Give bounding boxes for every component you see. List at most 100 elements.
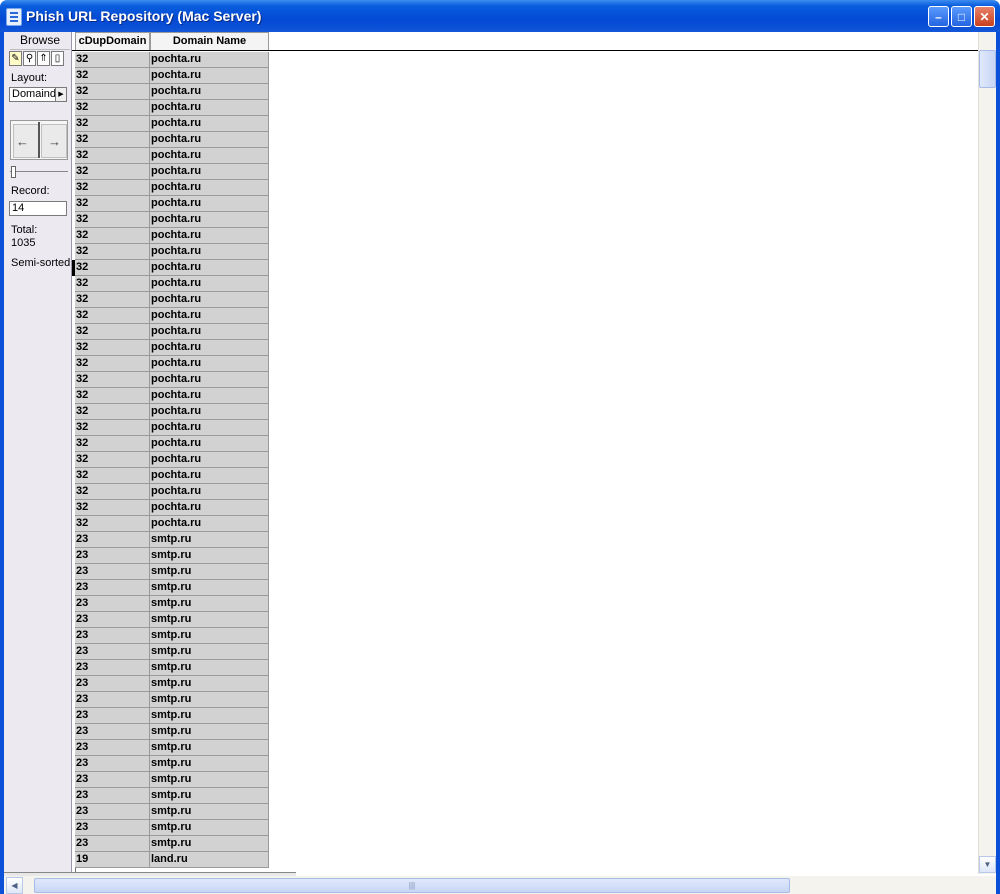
cell-cdupdomain[interactable]: 32 (75, 436, 150, 452)
cell-domain-name[interactable]: pochta.ru (150, 180, 269, 196)
table-row[interactable]: 32 pochta.ru (75, 100, 269, 116)
cell-cdupdomain[interactable]: 32 (75, 388, 150, 404)
table-row[interactable]: 23 smtp.ru (75, 532, 269, 548)
cell-cdupdomain[interactable]: 32 (75, 484, 150, 500)
table-row[interactable]: 32 pochta.ru (75, 260, 269, 276)
cell-domain-name[interactable]: pochta.ru (150, 68, 269, 84)
cell-domain-name[interactable]: pochta.ru (150, 292, 269, 308)
table-row[interactable]: 32 pochta.ru (75, 52, 269, 68)
cell-domain-name[interactable]: pochta.ru (150, 340, 269, 356)
cell-cdupdomain[interactable]: 23 (75, 676, 150, 692)
cell-cdupdomain[interactable]: 32 (75, 228, 150, 244)
horizontal-scrollbar[interactable]: ◀ ||| (4, 876, 996, 894)
table-row[interactable]: 32 pochta.ru (75, 484, 269, 500)
mode-tab-browse[interactable]: Browse (10, 33, 70, 50)
cell-domain-name[interactable]: pochta.ru (150, 100, 269, 116)
cell-cdupdomain[interactable]: 23 (75, 628, 150, 644)
cell-domain-name[interactable]: smtp.ru (150, 692, 269, 708)
cell-cdupdomain[interactable]: 32 (75, 324, 150, 340)
table-row[interactable]: 32 pochta.ru (75, 308, 269, 324)
table-row[interactable]: 32 pochta.ru (75, 164, 269, 180)
table-row[interactable]: 23 smtp.ru (75, 836, 269, 852)
cell-domain-name[interactable]: pochta.ru (150, 276, 269, 292)
cell-cdupdomain[interactable]: 23 (75, 804, 150, 820)
record-slider-thumb[interactable] (11, 166, 16, 178)
cell-domain-name[interactable]: pochta.ru (150, 260, 269, 276)
cell-cdupdomain[interactable]: 32 (75, 116, 150, 132)
cell-domain-name[interactable]: pochta.ru (150, 372, 269, 388)
cell-cdupdomain[interactable]: 19 (75, 852, 150, 868)
cell-cdupdomain[interactable]: 32 (75, 68, 150, 84)
scroll-left-arrow-icon[interactable]: ◀ (6, 877, 23, 894)
cell-domain-name[interactable]: pochta.ru (150, 484, 269, 500)
cell-cdupdomain[interactable]: 32 (75, 404, 150, 420)
table-row[interactable]: 32 pochta.ru (75, 212, 269, 228)
maximize-button[interactable]: □ (951, 6, 972, 27)
vertical-scroll-thumb[interactable] (979, 50, 996, 88)
table-row[interactable]: 32 pochta.ru (75, 436, 269, 452)
cell-domain-name[interactable]: pochta.ru (150, 452, 269, 468)
cell-cdupdomain[interactable]: 23 (75, 596, 150, 612)
cell-cdupdomain[interactable]: 32 (75, 276, 150, 292)
record-slider-track[interactable] (10, 171, 68, 172)
table-row[interactable]: 32 pochta.ru (75, 148, 269, 164)
cell-cdupdomain[interactable]: 32 (75, 372, 150, 388)
cell-cdupdomain[interactable]: 23 (75, 660, 150, 676)
cell-domain-name[interactable]: pochta.ru (150, 404, 269, 420)
cell-domain-name[interactable]: pochta.ru (150, 356, 269, 372)
magnifier-icon[interactable]: ⚲ (23, 51, 36, 66)
cell-domain-name[interactable]: smtp.ru (150, 548, 269, 564)
cell-domain-name[interactable]: pochta.ru (150, 468, 269, 484)
cell-cdupdomain[interactable]: 23 (75, 724, 150, 740)
table-row[interactable]: 32 pochta.ru (75, 180, 269, 196)
cell-domain-name[interactable]: smtp.ru (150, 788, 269, 804)
table-row[interactable]: 32 pochta.ru (75, 276, 269, 292)
cell-cdupdomain[interactable]: 32 (75, 180, 150, 196)
table-row[interactable]: 32 pochta.ru (75, 132, 269, 148)
cell-domain-name[interactable]: pochta.ru (150, 132, 269, 148)
column-header-cdupdomain[interactable]: cDupDomain (75, 32, 150, 51)
table-row[interactable]: 23 smtp.ru (75, 660, 269, 676)
close-button[interactable]: ✕ (974, 6, 995, 27)
table-row[interactable]: 32 pochta.ru (75, 356, 269, 372)
cell-cdupdomain[interactable]: 32 (75, 52, 150, 68)
cell-cdupdomain[interactable]: 23 (75, 644, 150, 660)
table-row[interactable]: 23 smtp.ru (75, 724, 269, 740)
cell-cdupdomain[interactable]: 23 (75, 532, 150, 548)
cell-domain-name[interactable]: smtp.ru (150, 676, 269, 692)
cell-cdupdomain[interactable]: 23 (75, 564, 150, 580)
cell-cdupdomain[interactable]: 32 (75, 340, 150, 356)
table-row[interactable]: 32 pochta.ru (75, 404, 269, 420)
column-header-domain-name[interactable]: Domain Name (150, 32, 269, 51)
cell-domain-name[interactable]: smtp.ru (150, 836, 269, 852)
cell-cdupdomain[interactable]: 23 (75, 580, 150, 596)
scroll-down-arrow-icon[interactable]: ▼ (979, 856, 996, 873)
horizontal-scroll-thumb[interactable]: ||| (34, 878, 790, 893)
record-number-input[interactable]: 14 (9, 201, 67, 216)
cell-domain-name[interactable]: pochta.ru (150, 212, 269, 228)
cell-domain-name[interactable]: pochta.ru (150, 324, 269, 340)
cell-cdupdomain[interactable]: 23 (75, 692, 150, 708)
cell-domain-name[interactable]: smtp.ru (150, 660, 269, 676)
cell-cdupdomain[interactable]: 32 (75, 244, 150, 260)
table-row[interactable]: 23 smtp.ru (75, 628, 269, 644)
cell-cdupdomain[interactable]: 32 (75, 100, 150, 116)
cell-cdupdomain[interactable]: 23 (75, 740, 150, 756)
minimize-button[interactable]: – (928, 6, 949, 27)
table-row[interactable]: 32 pochta.ru (75, 244, 269, 260)
cell-cdupdomain[interactable]: 32 (75, 212, 150, 228)
cell-cdupdomain[interactable]: 32 (75, 164, 150, 180)
cell-domain-name[interactable]: smtp.ru (150, 804, 269, 820)
cell-domain-name[interactable]: smtp.ru (150, 596, 269, 612)
cell-domain-name[interactable]: smtp.ru (150, 532, 269, 548)
table-row[interactable]: 23 smtp.ru (75, 564, 269, 580)
vertical-scrollbar[interactable]: ▼ (978, 32, 996, 874)
table-row[interactable]: 32 pochta.ru (75, 84, 269, 100)
table-row[interactable]: 32 pochta.ru (75, 292, 269, 308)
table-row[interactable]: 23 smtp.ru (75, 788, 269, 804)
cell-domain-name[interactable]: smtp.ru (150, 724, 269, 740)
table-row[interactable]: 32 pochta.ru (75, 324, 269, 340)
cell-domain-name[interactable]: pochta.ru (150, 196, 269, 212)
cell-cdupdomain[interactable]: 32 (75, 132, 150, 148)
cell-cdupdomain[interactable]: 32 (75, 292, 150, 308)
